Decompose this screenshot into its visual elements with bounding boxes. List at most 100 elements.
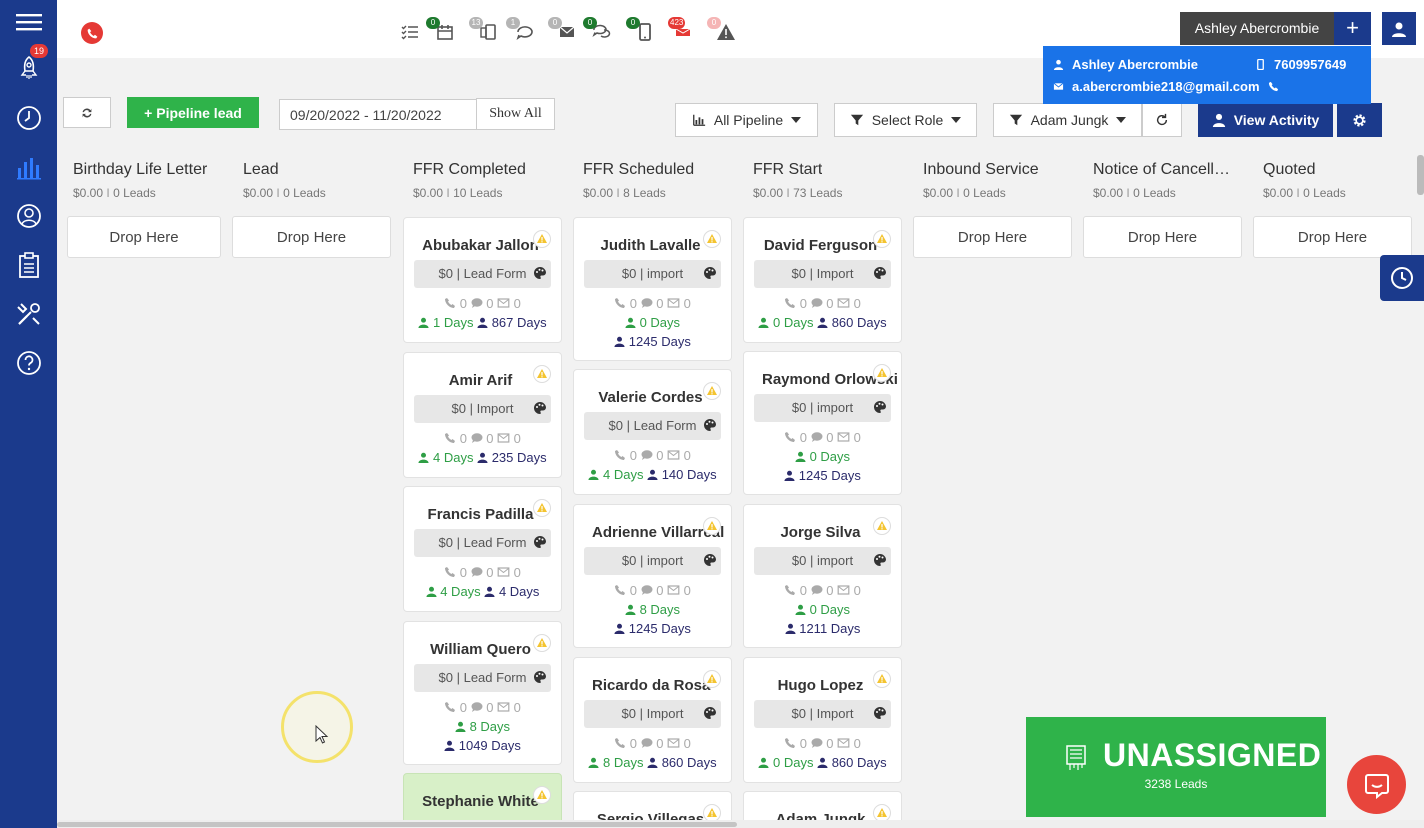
palette-icon[interactable] (533, 670, 547, 684)
warning-icon[interactable] (873, 804, 891, 820)
warning-icon[interactable] (703, 230, 721, 248)
tools-icon[interactable] (0, 294, 57, 334)
call-count: 0 (459, 431, 467, 446)
message-count: 0 (826, 583, 834, 598)
unassigned-panel[interactable]: UNASSIGNED 3238 Leads (1026, 717, 1326, 817)
lead-card[interactable]: Adrienne Villarreal $0 | import 0 0 0 8 D… (573, 504, 732, 648)
drop-zone[interactable]: Drop Here (67, 216, 221, 258)
popup-email-row[interactable]: a.abercrombie218@gmail.com (1053, 79, 1279, 94)
warning-icon[interactable] (873, 670, 891, 688)
message-count: 0 (486, 565, 494, 580)
warning-icon[interactable] (873, 517, 891, 535)
user-icon (817, 757, 828, 768)
add-pipeline-lead-button[interactable]: + Pipeline lead (127, 97, 259, 128)
notifications-icon[interactable]: 423 (668, 17, 693, 44)
message-count: 0 (826, 296, 834, 311)
lead-card[interactable]: Stephanie White (403, 773, 562, 820)
lead-card[interactable]: Abubakar Jallon $0 | Lead Form 0 0 0 1 Da… (403, 217, 562, 343)
role-filter-dropdown[interactable]: Select Role (834, 103, 977, 137)
warning-icon[interactable] (533, 634, 551, 652)
lead-source: $0 | Lead Form (584, 412, 721, 440)
phone-icon (615, 738, 626, 748)
drop-zone[interactable]: Drop Here (1083, 216, 1242, 258)
drop-zone[interactable]: Drop Here (913, 216, 1072, 258)
palette-icon[interactable] (873, 706, 887, 720)
chat-launcher-button[interactable] (1347, 755, 1406, 814)
lead-card[interactable]: Raymond Orlowski $0 | import 0 0 0 0 Days… (743, 351, 902, 495)
warning-icon[interactable] (703, 517, 721, 535)
lead-card[interactable]: Judith Lavalle $0 | import 0 0 0 0 Days 1… (573, 217, 732, 361)
history-clock-tab[interactable] (1380, 255, 1424, 301)
popup-email[interactable]: a.abercrombie218@gmail.com (1072, 79, 1260, 94)
sms-phone-icon[interactable]: 0 (626, 17, 655, 44)
mobile-icon[interactable]: 13 (469, 17, 498, 44)
vertical-scrollbar[interactable] (1417, 155, 1424, 195)
palette-icon[interactable] (703, 553, 717, 567)
envelope-icon (667, 738, 680, 748)
add-button[interactable]: + (1334, 12, 1371, 45)
warning-icon[interactable] (533, 786, 551, 804)
warning-icon[interactable] (533, 230, 551, 248)
palette-icon[interactable] (873, 266, 887, 280)
lead-card[interactable]: David Ferguson $0 | Import 0 0 0 0 Days 8… (743, 217, 902, 343)
lead-card[interactable]: Jorge Silva $0 | import 0 0 0 0 Days 1211… (743, 504, 902, 648)
lead-card[interactable]: William Quero $0 | Lead Form 0 0 0 8 Days… (403, 621, 562, 765)
warning-icon[interactable] (533, 499, 551, 517)
warning-icon[interactable] (703, 804, 721, 820)
show-all-button[interactable]: Show All (476, 98, 555, 130)
calendar-icon[interactable]: 0 (426, 17, 455, 44)
palette-icon[interactable] (533, 266, 547, 280)
palette-icon[interactable] (703, 266, 717, 280)
menu-icon[interactable] (0, 2, 57, 42)
gear-icon (1353, 113, 1366, 127)
lead-card[interactable]: Hugo Lopez $0 | Import 0 0 0 0 Days 860 D… (743, 657, 902, 783)
palette-icon[interactable] (873, 553, 887, 567)
drop-zone[interactable]: Drop Here (232, 216, 391, 258)
user-filter-dropdown[interactable]: Adam Jungk (993, 103, 1142, 137)
alert-warning-icon[interactable]: 0 (707, 17, 736, 44)
drop-zone[interactable]: Drop Here (1253, 216, 1412, 258)
help-icon[interactable] (0, 343, 57, 383)
lead-card[interactable]: Adam Jungk (743, 791, 902, 820)
palette-icon[interactable] (703, 706, 717, 720)
palette-icon[interactable] (533, 535, 547, 549)
unassigned-count: 3238 Leads (1144, 777, 1208, 791)
lead-card[interactable]: Sergio Villegas (573, 791, 732, 820)
pipeline-chart-icon[interactable] (0, 148, 57, 188)
launch-rocket-icon[interactable]: 19 (0, 44, 57, 88)
popup-phone-row[interactable]: 7609957649 (1255, 57, 1346, 72)
warning-icon[interactable] (703, 670, 721, 688)
lead-card[interactable]: Valerie Cordes $0 | Lead Form 0 0 0 4 Day… (573, 369, 732, 495)
palette-icon[interactable] (703, 418, 717, 432)
warning-icon[interactable] (873, 364, 891, 382)
lead-card[interactable]: Francis Padilla $0 | Lead Form 0 0 0 4 Da… (403, 486, 562, 612)
comment-icon (811, 298, 823, 308)
lead-card[interactable]: Amir Arif $0 | Import 0 0 0 4 Days 235 Da… (403, 352, 562, 478)
popup-phone[interactable]: 7609957649 (1274, 57, 1346, 72)
scrollbar-thumb[interactable] (57, 822, 737, 827)
reload-button[interactable] (1142, 103, 1182, 137)
lead-card[interactable]: Ricardo da Rosa $0 | Import 0 0 0 8 Days … (573, 657, 732, 783)
horizontal-scrollbar[interactable] (57, 820, 1424, 828)
tasks-clipboard-icon[interactable] (0, 245, 57, 285)
refresh-button[interactable] (63, 97, 111, 128)
chat-icon[interactable]: 1 (506, 17, 535, 44)
email-icon[interactable]: 0 (548, 17, 577, 44)
user-icon (1053, 59, 1064, 70)
phone-call-icon[interactable] (81, 22, 103, 44)
palette-icon[interactable] (533, 401, 547, 415)
profile-icon[interactable] (1382, 12, 1416, 45)
date-range-input[interactable]: 09/20/2022 - 11/20/2022 (279, 99, 477, 130)
palette-icon[interactable] (873, 400, 887, 414)
warning-icon[interactable] (703, 382, 721, 400)
settings-button[interactable] (1337, 103, 1382, 137)
user-name-button[interactable]: Ashley Abercrombie (1180, 12, 1334, 45)
timer-icon[interactable] (0, 98, 57, 138)
conversations-icon[interactable]: 0 (583, 17, 612, 44)
view-activity-button[interactable]: View Activity (1198, 103, 1333, 137)
warning-icon[interactable] (533, 365, 551, 383)
pipeline-filter-dropdown[interactable]: All Pipeline (675, 103, 818, 137)
warning-icon[interactable] (873, 230, 891, 248)
task-list-icon[interactable] (400, 20, 420, 44)
contacts-icon[interactable] (0, 196, 57, 236)
